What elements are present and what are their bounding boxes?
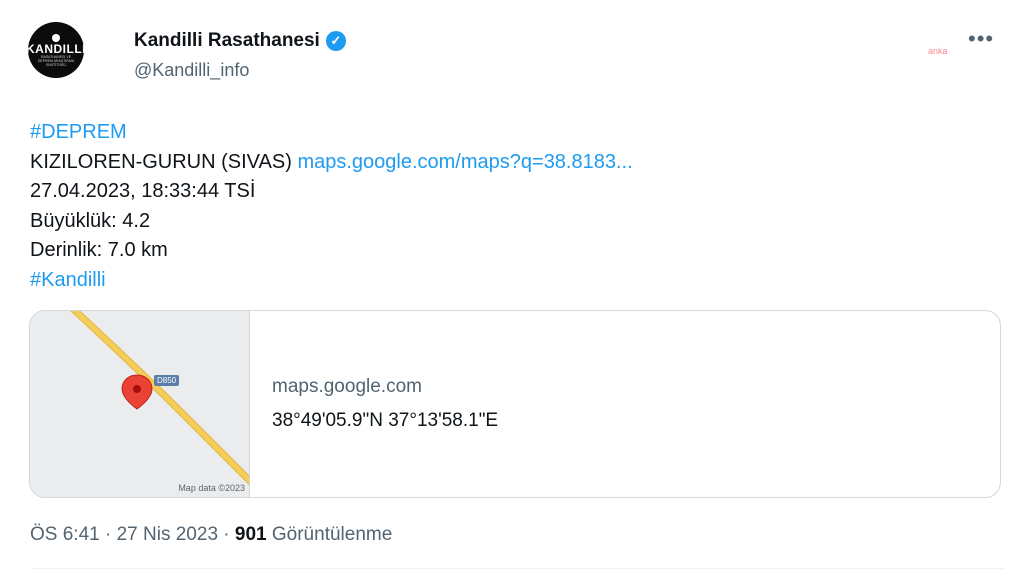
tweet-location: KIZILOREN-GURUN (SIVAS) (30, 150, 292, 173)
tweet-time[interactable]: ÖS 6:41 (30, 524, 100, 545)
hashtag-kandilli[interactable]: #Kandilli (30, 269, 106, 291)
tweet-text: #DEPREM KIZILOREN-GURUN (SIVAS) maps.goo… (30, 118, 633, 295)
author-name-row[interactable]: Kandilli Rasathanesi ✓ (134, 30, 346, 52)
link-preview-card[interactable]: D850 Map data ©2023 maps.google.com 38°4… (29, 310, 1001, 498)
divider (30, 568, 1004, 569)
map-graphic (70, 311, 249, 485)
avatar[interactable]: KANDILLI RASATHANESİ VE DEPREM ARAŞTIRMA… (28, 22, 84, 78)
road-label: D850 (154, 375, 180, 386)
author-display-name[interactable]: Kandilli Rasathanesi (134, 30, 320, 52)
map-link[interactable]: maps.google.com/maps?q=38.8183... (297, 151, 632, 173)
tweet-date[interactable]: 27 Nis 2023 (117, 524, 218, 545)
avatar-logo-text: KANDILLI (28, 41, 84, 56)
watermark: anka (928, 46, 948, 56)
tweet-datetime: 27.04.2023, 18:33:44 TSİ (30, 180, 256, 202)
tweet-magnitude: Büyüklük: 4.2 (30, 209, 151, 232)
logo-dot-icon (52, 33, 60, 42)
road-line (71, 311, 249, 484)
map-pin-icon (121, 374, 153, 410)
card-coordinates: 38°49'05.9"N 37°13'58.1"E (272, 410, 499, 431)
tweet-meta: ÖS 6:41 · 27 Nis 2023 · 901 Görüntülenme (30, 524, 392, 546)
verified-badge-icon: ✓ (325, 31, 346, 51)
avatar-logo-subtext: RASATHANESİ VE DEPREM ARAŞTIRMA ENSTİTÜS… (37, 54, 75, 67)
views-count: 901 (234, 524, 267, 545)
map-credit: Map data ©2023 (178, 483, 245, 493)
meta-separator: · (218, 524, 235, 545)
hashtag-deprem[interactable]: #DEPREM (30, 121, 127, 143)
map-thumbnail[interactable]: D850 Map data ©2023 (30, 311, 250, 497)
author-handle[interactable]: @Kandilli_info (134, 60, 249, 81)
meta-separator: · (99, 524, 117, 545)
card-domain: maps.google.com (272, 376, 422, 397)
card-body[interactable]: maps.google.com 38°49'05.9"N 37°13'58.1"… (250, 311, 498, 497)
more-options-icon[interactable]: ••• (968, 26, 994, 52)
tweet-depth: Derinlik: 7.0 km (30, 239, 168, 261)
views-label: Görüntülenme (266, 524, 393, 545)
road-outline (70, 311, 249, 485)
